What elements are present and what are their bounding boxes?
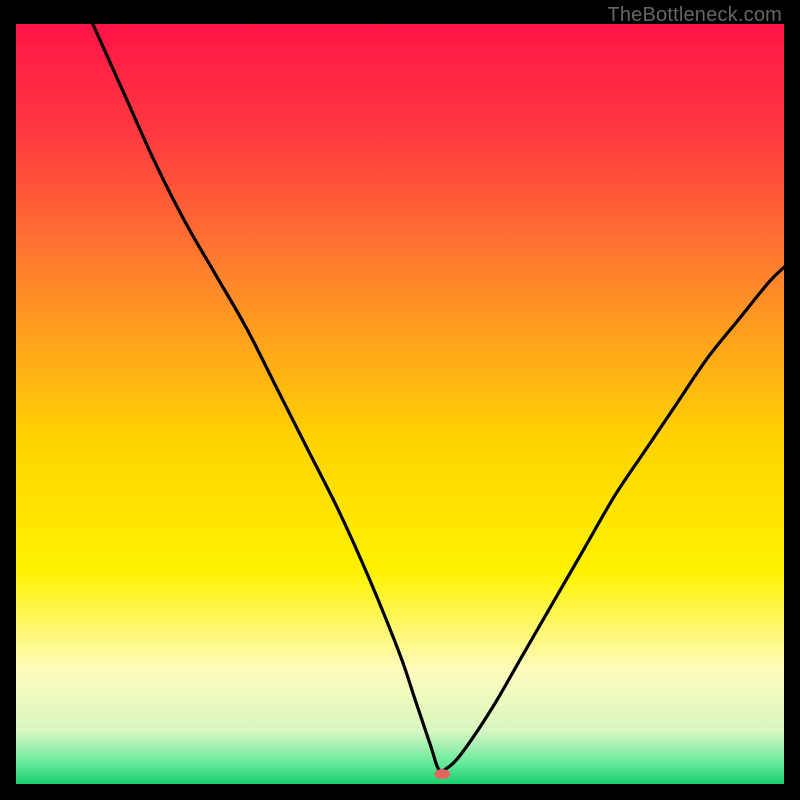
bottleneck-chart <box>16 24 784 784</box>
chart-background <box>16 24 784 784</box>
chart-frame <box>16 24 784 784</box>
minimum-marker <box>434 769 450 779</box>
